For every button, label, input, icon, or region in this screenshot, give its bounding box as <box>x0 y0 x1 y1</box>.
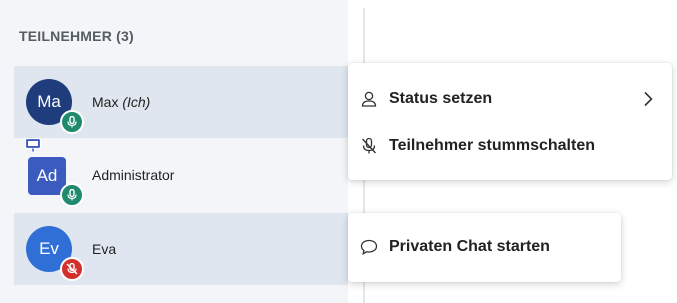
mic-on-icon <box>60 183 84 207</box>
avatar-initials: Ma <box>37 92 61 111</box>
menu-item-teilnehmer-stummschalten[interactable]: Teilnehmer stummschalten <box>348 126 672 166</box>
participant-context-menu: Status setzen Teilnehmer stummschalten <box>348 63 672 180</box>
menu-label: Teilnehmer stummschalten <box>389 137 595 154</box>
participant-name: Eva <box>92 241 117 257</box>
chat-bubble-icon <box>360 239 378 256</box>
mic-on-icon <box>60 110 84 134</box>
person-icon <box>361 91 377 107</box>
menu-item-privaten-chat-starten[interactable]: Privaten Chat starten <box>348 227 621 267</box>
participant-row-eva[interactable]: Ev Eva <box>14 213 348 285</box>
presentation-icon <box>24 137 42 152</box>
self-indicator: (Ich) <box>122 94 151 110</box>
mic-muted-icon <box>362 137 376 154</box>
mic-muted-icon <box>60 257 84 281</box>
participant-chat-menu: Privaten Chat starten <box>348 213 621 282</box>
participant-row-administrator[interactable]: Ad Administrator <box>14 137 348 211</box>
participant-name: Administrator <box>92 167 175 183</box>
participants-panel: TEILNEHMER (3) Ma Max (Ich) Ad Administr… <box>0 0 348 303</box>
chevron-right-icon <box>644 91 653 107</box>
menu-label: Privaten Chat starten <box>389 238 550 255</box>
participant-row-max[interactable]: Ma Max (Ich) <box>14 66 348 138</box>
avatar-initials: Ev <box>39 239 59 258</box>
participant-name-text: Max <box>92 94 119 110</box>
avatar-initials: Ad <box>36 166 58 185</box>
participant-name: Max (Ich) <box>92 94 150 110</box>
menu-item-status-setzen[interactable]: Status setzen <box>348 79 672 119</box>
menu-label: Status setzen <box>389 90 493 107</box>
participants-header: TEILNEHMER (3) <box>19 28 134 44</box>
